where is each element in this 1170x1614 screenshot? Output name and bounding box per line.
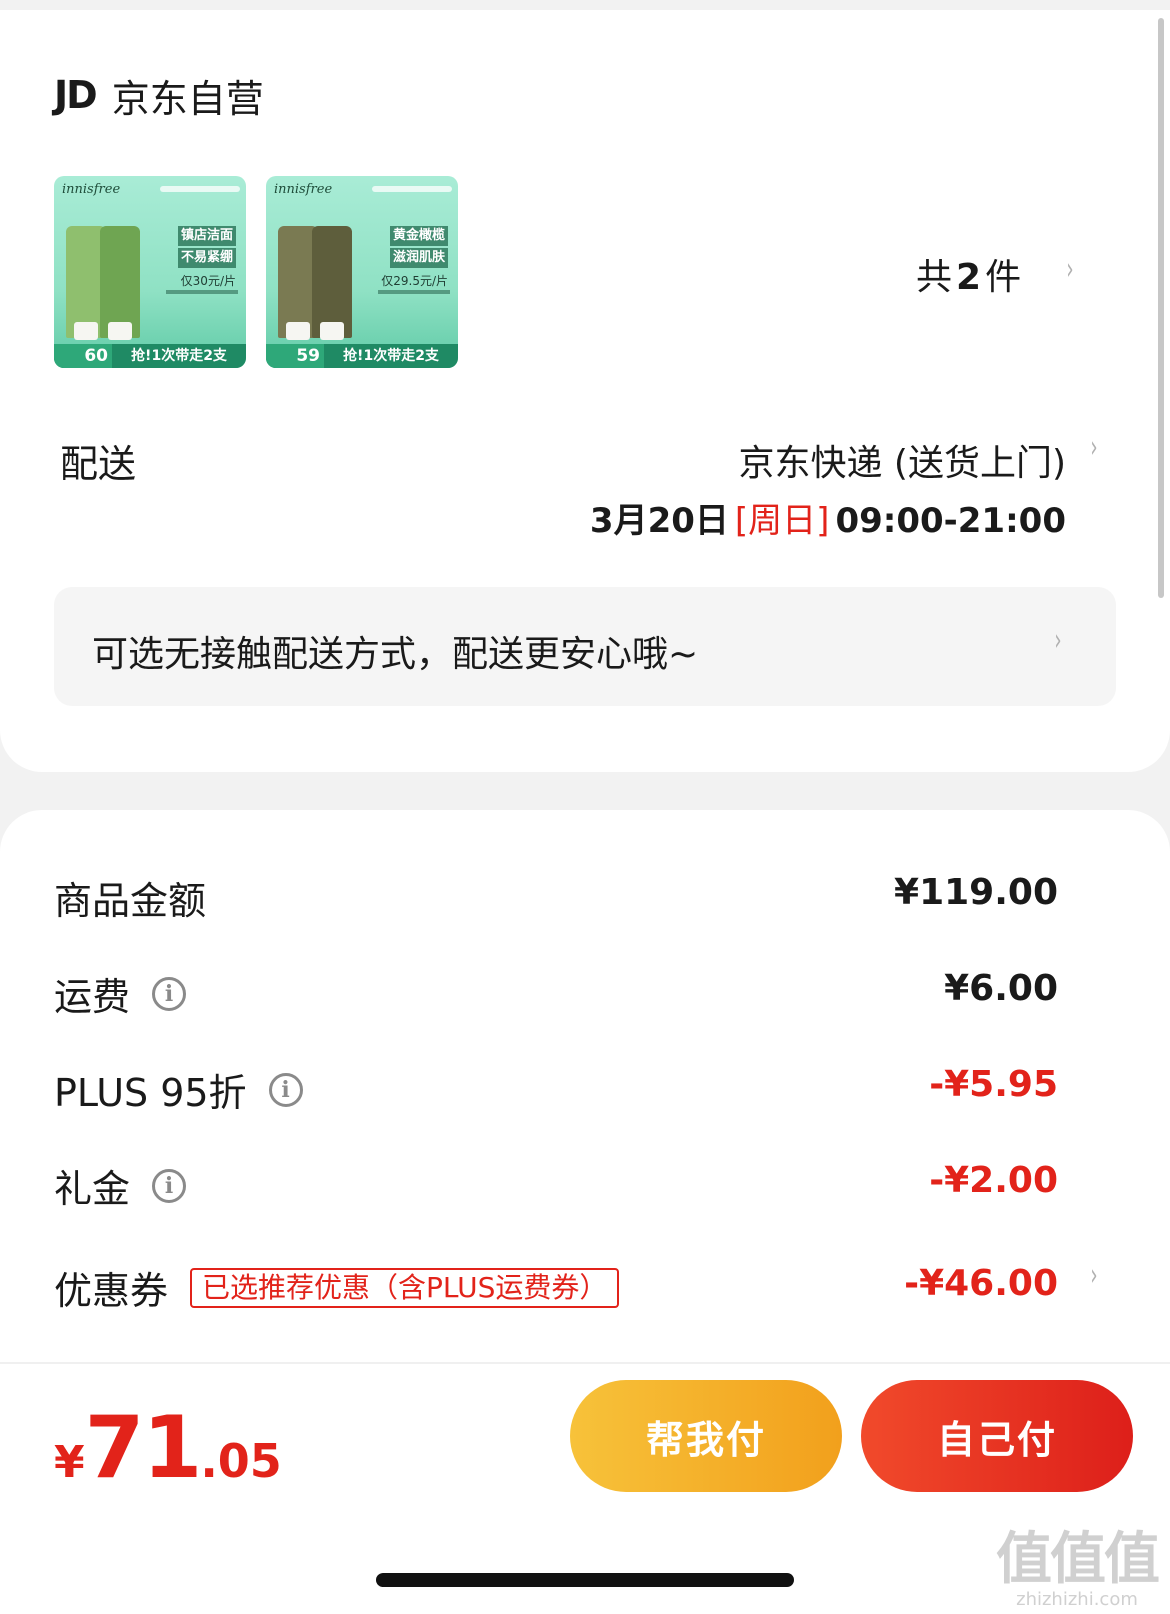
delivery-date: 3月20日 bbox=[589, 501, 729, 541]
chevron-right-icon[interactable]: › bbox=[1090, 1258, 1097, 1293]
delivery-time[interactable]: 3月20日 [周日] 09:00-21:00 bbox=[590, 493, 1066, 542]
banner-promo-text: 抢!1次带走2支 bbox=[343, 348, 439, 364]
shop-header: JD 京东自营 bbox=[54, 70, 264, 121]
coupon-value[interactable]: -¥46.00 bbox=[904, 1263, 1058, 1304]
promo-banner: 59 抢!1次带走2支 bbox=[266, 344, 458, 368]
delivery-method[interactable]: 京东快递 (送货上门) bbox=[738, 434, 1066, 486]
shop-name: 京东自营 bbox=[111, 76, 264, 121]
banner-price: 59 bbox=[266, 344, 324, 368]
home-indicator[interactable] bbox=[376, 1573, 794, 1587]
product-list[interactable]: innisfree 镇店洁面 不易紧绷 仅30元/片 60 抢!1次带走2支 i… bbox=[54, 176, 458, 368]
delivery-weekday: [周日] bbox=[734, 501, 830, 541]
promo-note bbox=[160, 186, 240, 192]
pay-myself-button[interactable]: 自己付 bbox=[861, 1380, 1133, 1492]
jd-logo-icon: JD bbox=[54, 73, 98, 117]
divider bbox=[0, 1362, 1170, 1364]
total-price: ¥71.05 bbox=[54, 1398, 282, 1498]
info-icon[interactable]: i bbox=[152, 1168, 187, 1203]
info-icon[interactable]: i bbox=[152, 976, 187, 1011]
watermark: 值值值 zhizhizhi.com bbox=[996, 1527, 1160, 1610]
unit-price-text: 仅30元/片 bbox=[180, 274, 236, 288]
product-subtitle bbox=[378, 290, 450, 294]
brand-label: innisfree bbox=[62, 182, 121, 197]
delivery-label: 配送 bbox=[60, 442, 137, 486]
promo-banner: 60 抢!1次带走2支 bbox=[54, 344, 246, 368]
chevron-right-icon[interactable]: › bbox=[1066, 252, 1073, 287]
product-headline: 黄金橄榄 滋润肌肤 bbox=[389, 226, 448, 270]
banner-price: 60 bbox=[54, 344, 112, 368]
gift-money-value: -¥2.00 bbox=[929, 1160, 1058, 1201]
product-thumbnail[interactable]: innisfree 黄金橄榄 滋润肌肤 仅29.5元/片 59 抢!1次带走2支 bbox=[266, 176, 458, 368]
chevron-right-icon: › bbox=[1054, 623, 1062, 658]
delivery-window: 09:00-21:00 bbox=[835, 501, 1066, 541]
product-tube-image bbox=[100, 226, 140, 340]
gift-money-label: 礼金 i bbox=[54, 1158, 187, 1213]
promo-note bbox=[372, 186, 452, 192]
plus-discount-value: -¥5.95 bbox=[929, 1064, 1058, 1105]
contactless-delivery-notice[interactable]: 可选无接触配送方式，配送更安心哦~ › bbox=[54, 587, 1116, 706]
chevron-right-icon[interactable]: › bbox=[1090, 430, 1097, 465]
goods-amount-value: ¥119.00 bbox=[894, 872, 1058, 913]
scrollbar[interactable] bbox=[1158, 18, 1164, 598]
item-count[interactable]: 共2件 bbox=[916, 248, 1021, 300]
shipping-fee-label: 运费 i bbox=[54, 966, 187, 1021]
product-thumbnail[interactable]: innisfree 镇店洁面 不易紧绷 仅30元/片 60 抢!1次带走2支 bbox=[54, 176, 246, 368]
coupon-label[interactable]: 优惠券 已选推荐优惠（含PLUS运费券） bbox=[54, 1260, 620, 1315]
plus-discount-label: PLUS 95折 i bbox=[54, 1062, 303, 1117]
info-icon[interactable]: i bbox=[268, 1072, 303, 1107]
product-headline: 镇店洁面 不易紧绷 bbox=[177, 226, 236, 270]
product-subtitle bbox=[166, 290, 238, 294]
shipping-fee-value: ¥6.00 bbox=[944, 968, 1058, 1009]
goods-amount-label: 商品金额 bbox=[54, 879, 207, 923]
brand-label: innisfree bbox=[274, 182, 333, 197]
notice-text: 可选无接触配送方式，配送更安心哦~ bbox=[92, 634, 699, 675]
product-tube-image bbox=[312, 226, 352, 340]
coupon-recommendation-tag[interactable]: 已选推荐优惠（含PLUS运费券） bbox=[190, 1267, 620, 1308]
unit-price-text: 仅29.5元/片 bbox=[381, 274, 448, 288]
help-me-pay-button[interactable]: 帮我付 bbox=[570, 1380, 842, 1492]
banner-promo-text: 抢!1次带走2支 bbox=[131, 348, 227, 364]
